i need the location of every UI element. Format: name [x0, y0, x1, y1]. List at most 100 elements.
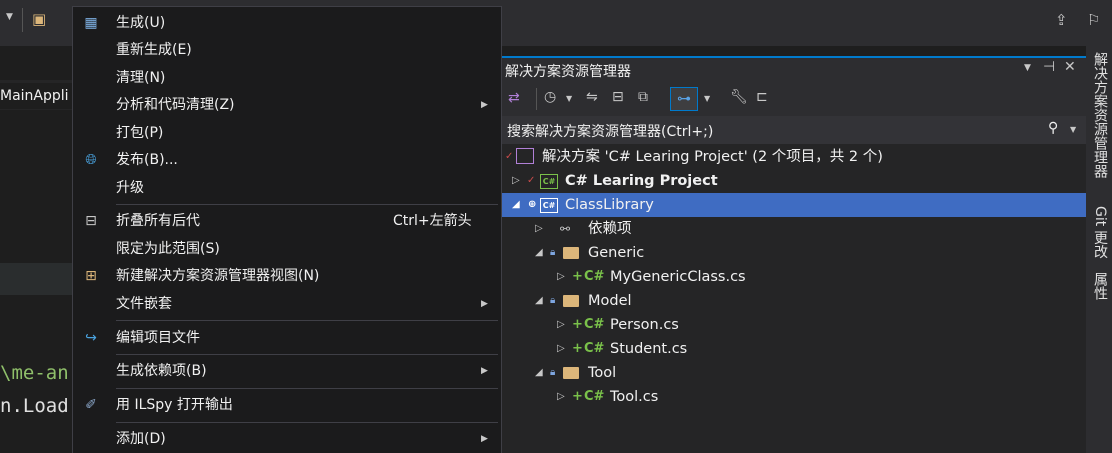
- menu-item-edit-project-file[interactable]: ↪ 编辑项目文件: [73, 325, 501, 352]
- menu-item-scope-to-this[interactable]: 限定为此范围(S): [73, 236, 501, 263]
- code-line: \me-an: [0, 362, 69, 384]
- switch-views-icon[interactable]: ⇄: [508, 90, 520, 106]
- menu-item-shortcut: Ctrl+左箭头: [393, 213, 472, 229]
- menu-item-label: 生成依赖项(B): [116, 363, 207, 379]
- expand-arrow-icon[interactable]: ▷: [557, 385, 565, 409]
- code-token: n.Load(: [0, 395, 81, 417]
- added-file-icon: +: [572, 341, 583, 356]
- menu-item-open-ilspy[interactable]: ✐ 用 ILSpy 打开输出: [73, 392, 501, 419]
- feedback-icon[interactable]: ⚐: [1087, 11, 1100, 29]
- collapse-arrow-icon[interactable]: ◢: [535, 361, 543, 385]
- csharp-file-icon: C#: [584, 389, 605, 404]
- menu-item-label: 用 ILSpy 打开输出: [116, 397, 233, 413]
- menu-item-label: 打包(P): [116, 125, 164, 141]
- menu-item-file-nesting[interactable]: 文件嵌套 ▶: [73, 291, 501, 318]
- pending-changes-filter-icon[interactable]: ◷: [544, 89, 556, 105]
- menu-item-add[interactable]: 添加(D) ▶: [73, 426, 501, 453]
- dropdown-arrow-icon[interactable]: ▼: [566, 94, 572, 103]
- solution-tree: ✓ 解决方案 'C# Learing Project' (2 个项目，共 2 个…: [500, 145, 1086, 445]
- window-position-dropdown-icon[interactable]: ▼: [1024, 63, 1031, 73]
- sync-with-document-icon[interactable]: ⇋: [586, 89, 598, 105]
- csharp-file-icon: C#: [584, 317, 605, 332]
- tree-item-label: Generic: [588, 245, 645, 261]
- dropdown-arrow-icon[interactable]: ▼: [704, 94, 710, 103]
- expand-arrow-icon[interactable]: ▷: [557, 313, 565, 337]
- tree-item-folder-tool[interactable]: ◢ 🔒︎ Tool: [500, 361, 1086, 385]
- dependencies-icon: ⚯: [560, 222, 571, 236]
- tree-item-classlibrary[interactable]: ◢ ⊕ C# ClassLibrary: [500, 193, 1086, 217]
- tree-item-folder-model[interactable]: ◢ 🔒︎ Model: [500, 289, 1086, 313]
- menu-item-label: 升级: [116, 180, 144, 196]
- tree-item-label: MyGenericClass.cs: [610, 269, 746, 285]
- check-icon: ✓: [505, 151, 514, 162]
- close-icon[interactable]: ✕: [1064, 59, 1076, 75]
- menu-item-label: 添加(D): [116, 431, 166, 447]
- expand-arrow-icon[interactable]: ▷: [557, 337, 565, 361]
- collapse-arrow-icon[interactable]: ◢: [535, 289, 543, 313]
- csharp-project-icon: C#: [540, 174, 558, 189]
- tree-item-file-tool[interactable]: ▷ + C# Tool.cs: [500, 385, 1086, 409]
- share-icon[interactable]: ⇪: [1055, 11, 1068, 29]
- search-input[interactable]: 搜索解决方案资源管理器(Ctrl+;): [507, 121, 713, 141]
- collapse-arrow-icon[interactable]: ◢: [512, 193, 520, 217]
- lock-icon: 🔒︎: [550, 295, 556, 306]
- menu-item-build-dependencies[interactable]: 生成依赖项(B) ▶: [73, 358, 501, 385]
- preview-icon[interactable]: ⊏: [756, 89, 768, 105]
- dropdown-arrow-icon[interactable]: ▼: [6, 12, 13, 22]
- tree-item-label: 解决方案 'C# Learing Project' (2 个项目，共 2 个): [542, 149, 883, 165]
- context-menu: ▦ 生成(U) 重新生成(E) 清理(N) 分析和代码清理(Z) ▶ 打包(P)…: [72, 6, 502, 453]
- folder-icon: [563, 367, 579, 379]
- added-file-icon: +: [572, 389, 583, 404]
- rail-tab-properties[interactable]: 属性: [1090, 272, 1110, 300]
- folder-icon: [563, 295, 579, 307]
- tree-item-project[interactable]: ▷ ✓ C# C# Learing Project: [500, 169, 1086, 193]
- menu-item-pack[interactable]: 打包(P): [73, 120, 501, 147]
- tree-item-solution[interactable]: ✓ 解决方案 'C# Learing Project' (2 个项目，共 2 个…: [500, 145, 1086, 169]
- menu-item-new-view[interactable]: ⊞ 新建解决方案资源管理器视图(N): [73, 263, 501, 290]
- expand-arrow-icon[interactable]: ▷: [535, 217, 543, 241]
- folder-icon: [563, 247, 579, 259]
- tree-item-dependencies[interactable]: ▷ ⚯ 依赖项: [500, 217, 1086, 241]
- tree-item-folder-generic[interactable]: ◢ 🔒︎ Generic: [500, 241, 1086, 265]
- open-folder-icon[interactable]: ▣: [32, 10, 46, 28]
- solution-explorer-search[interactable]: 搜索解决方案资源管理器(Ctrl+;) ⚲ ▼: [500, 116, 1086, 144]
- menu-item-label: 分析和代码清理(Z): [116, 97, 235, 113]
- rail-tab-solution-explorer[interactable]: 解决方案资源管理器: [1090, 52, 1110, 178]
- menu-item-publish[interactable]: 🌐︎ 发布(B)...: [73, 147, 501, 174]
- collapse-arrow-icon[interactable]: ◢: [535, 241, 543, 265]
- menu-item-upgrade[interactable]: 升级: [73, 175, 501, 202]
- preview-selected-items-icon[interactable]: ⊶: [670, 87, 698, 111]
- menu-item-clean[interactable]: 清理(N): [73, 65, 501, 92]
- menu-item-label: 编辑项目文件: [116, 330, 200, 346]
- menu-item-analyze[interactable]: 分析和代码清理(Z) ▶: [73, 92, 501, 119]
- tree-item-label: Model: [588, 293, 632, 309]
- search-options-dropdown-icon[interactable]: ▼: [1070, 125, 1076, 134]
- current-line-highlight: [0, 263, 75, 295]
- tree-item-file-mygenericclass[interactable]: ▷ + C# MyGenericClass.cs: [500, 265, 1086, 289]
- tree-item-label: C# Learing Project: [565, 173, 718, 189]
- collapse-icon: ⊟: [85, 213, 97, 229]
- menu-item-collapse-all[interactable]: ⊟ 折叠所有后代 Ctrl+左箭头: [73, 208, 501, 235]
- editor-tab[interactable]: MainAppli: [0, 83, 75, 109]
- rail-tab-git-changes[interactable]: Git 更改: [1090, 206, 1110, 259]
- expand-arrow-icon[interactable]: ▷: [557, 265, 565, 289]
- tree-item-file-student[interactable]: ▷ + C# Student.cs: [500, 337, 1086, 361]
- menu-item-build[interactable]: ▦ 生成(U): [73, 10, 501, 37]
- expand-arrow-icon[interactable]: ▷: [512, 169, 520, 193]
- menu-item-label: 新建解决方案资源管理器视图(N): [116, 268, 320, 284]
- tree-item-file-person[interactable]: ▷ + C# Person.cs: [500, 313, 1086, 337]
- check-icon: ✓: [527, 175, 536, 186]
- properties-wrench-icon[interactable]: 🔧︎: [730, 89, 748, 105]
- added-file-icon: +: [572, 317, 583, 332]
- search-icon[interactable]: ⚲: [1048, 120, 1058, 136]
- menu-item-label: 生成(U): [116, 15, 166, 31]
- menu-item-rebuild[interactable]: 重新生成(E): [73, 37, 501, 64]
- tree-item-label: ClassLibrary: [565, 197, 654, 213]
- collapse-all-icon[interactable]: ⊟: [612, 89, 624, 105]
- tree-item-label: Tool.cs: [610, 389, 659, 405]
- pin-icon[interactable]: ⊣: [1043, 59, 1055, 75]
- menu-item-label: 重新生成(E): [116, 42, 192, 58]
- csharp-file-icon: C#: [584, 341, 605, 356]
- show-all-files-icon[interactable]: ⧉: [638, 89, 648, 105]
- edit-project-icon: ↪: [85, 330, 97, 346]
